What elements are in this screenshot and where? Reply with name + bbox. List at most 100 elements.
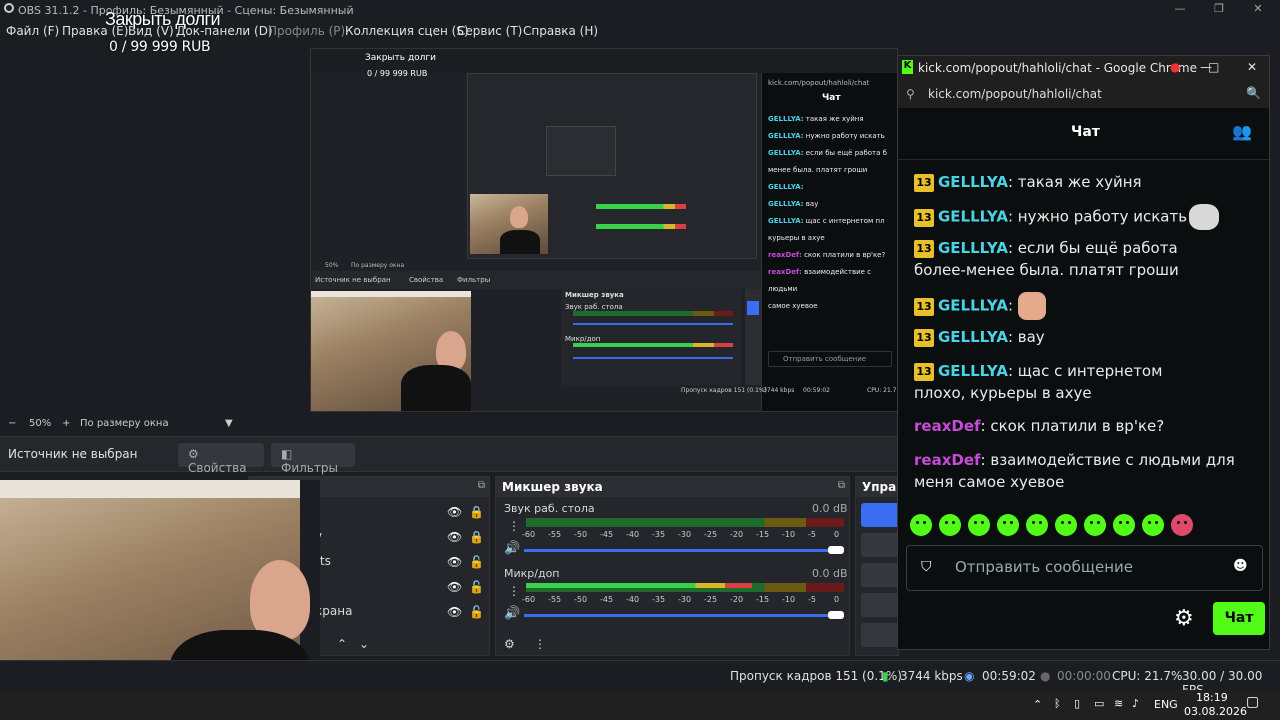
scale-tick-label: -10 — [782, 595, 796, 604]
chat-message-input[interactable]: ⛉ Отправить сообщение ☻ — [906, 545, 1263, 591]
emote-icon[interactable] — [968, 514, 990, 536]
zoom-mode[interactable]: По размеру окна — [80, 418, 169, 429]
properties-button[interactable]: ⚙ Свойства — [178, 443, 264, 475]
chat-url[interactable]: kick.com/popout/hahloli/chat — [928, 87, 1102, 101]
emote-icon[interactable] — [1113, 514, 1135, 536]
virtual-camera-button[interactable] — [861, 563, 899, 587]
volume-slider-mic[interactable] — [524, 614, 838, 617]
zoom-in-button[interactable]: + — [62, 418, 70, 429]
chat-send-button[interactable]: Чат — [1213, 602, 1265, 635]
scale-tick-label: -50 — [574, 530, 588, 539]
chat-username[interactable]: GELLLYA — [938, 328, 1008, 346]
users-icon[interactable]: 👥 — [1232, 122, 1252, 141]
chat-close-button[interactable]: ✕ — [1247, 60, 1257, 74]
volume-icon[interactable]: ♪ — [1132, 697, 1139, 710]
settings-button[interactable] — [861, 623, 899, 647]
maximize-button[interactable]: ❐ — [1204, 2, 1234, 18]
gear-icon: ⚙ — [188, 447, 199, 461]
nested-stream-time: 00:59:02 — [803, 387, 830, 394]
emote-icon[interactable] — [910, 514, 932, 536]
heart-eyes-emote-icon[interactable] — [1171, 514, 1193, 536]
visibility-eye-icon[interactable]: 👁 — [447, 605, 462, 619]
nested-source-bar: Источник не выбран Свойства Фильтры — [311, 271, 761, 289]
chat-maximize-button[interactable]: □ — [1208, 60, 1219, 74]
emote-icon[interactable] — [939, 514, 961, 536]
speaker-icon[interactable]: 🔊 — [504, 606, 520, 621]
chat-input-placeholder: Отправить сообщение — [955, 558, 1133, 576]
emote-icon[interactable] — [997, 514, 1019, 536]
site-info-icon[interactable]: ⚲ — [906, 87, 915, 101]
nested-chat-url: kick.com/popout/hahloli/chat — [768, 79, 870, 87]
nested-desktop-audio: Звук раб. стола — [565, 303, 623, 311]
chat-settings-gear-icon[interactable]: ⚙ — [1174, 606, 1194, 631]
menu-help[interactable]: Справка (H) — [523, 24, 598, 38]
zoom-bar: − 50% + По размеру окна ▼ — [0, 416, 897, 434]
visibility-eye-icon[interactable]: 👁 — [447, 530, 462, 544]
speaker-icon[interactable]: 🔊 — [504, 541, 520, 556]
scale-tick-label: -45 — [600, 595, 614, 604]
chat-username[interactable]: GELLLYA — [938, 208, 1008, 226]
extension-icon[interactable]: ● — [1170, 60, 1180, 74]
close-button[interactable]: ✕ — [1243, 2, 1273, 18]
usb-icon[interactable]: ▯ — [1074, 697, 1080, 710]
chat-username[interactable]: GELLLYA — [938, 362, 1008, 380]
studio-mode-button[interactable] — [861, 593, 899, 617]
menu-tools[interactable]: Сервис (T) — [457, 24, 522, 38]
source-item-4[interactable]: крана — [315, 604, 352, 618]
nested-deeper-preview — [546, 126, 616, 176]
menu-file[interactable]: Файл (F) — [6, 24, 59, 38]
chat-username[interactable]: reaxDef — [914, 451, 981, 469]
battery-icon[interactable]: ▭ — [1094, 697, 1104, 710]
start-streaming-button[interactable] — [861, 503, 899, 527]
notification-icon[interactable]: ▢ — [1246, 694, 1259, 710]
emote-icon[interactable] — [1084, 514, 1106, 536]
visibility-eye-icon[interactable]: 👁 — [447, 505, 462, 519]
emoji-picker-icon[interactable]: ☻ — [1233, 558, 1248, 574]
minimize-button[interactable]: — — [1165, 2, 1195, 18]
start-recording-button[interactable] — [861, 533, 899, 557]
unlock-icon[interactable]: 🔓 — [469, 580, 484, 594]
channel-menu-icon[interactable]: ⋮ — [508, 519, 520, 533]
unlock-icon[interactable]: 🔓 — [469, 555, 484, 569]
nested-bitrate: 3744 kbps — [763, 387, 795, 394]
volume-slider-handle[interactable] — [828, 546, 844, 554]
chat-username[interactable]: GELLLYA — [938, 173, 1008, 191]
filters-label: Фильтры — [281, 461, 338, 475]
emote-icon[interactable] — [1026, 514, 1048, 536]
volume-slider-handle[interactable] — [828, 611, 844, 619]
preview-canvas[interactable]: Закрыть долги 0 / 99 999 RUB kick.com/po… — [310, 48, 898, 412]
overlay-goal-title: Закрыть долги — [105, 9, 221, 29]
wifi-icon[interactable]: ≋ — [1114, 697, 1123, 710]
lock-icon[interactable]: 🔒 — [469, 505, 484, 519]
chat-username[interactable]: GELLLYA — [938, 297, 1008, 315]
zoom-dropdown-icon[interactable]: ▼ — [225, 418, 233, 429]
unlock-icon[interactable]: 🔓 — [469, 605, 484, 619]
language-indicator[interactable]: ENG — [1154, 698, 1178, 711]
menu-scene-collection[interactable]: Коллекция сцен (S) — [345, 24, 469, 38]
visibility-eye-icon[interactable]: 👁 — [447, 580, 462, 594]
filters-button[interactable]: ◧ Фильтры — [271, 443, 355, 475]
chat-address-bar[interactable]: ⚲ kick.com/popout/hahloli/chat 🔍 — [898, 80, 1269, 108]
move-up-icon[interactable]: ⌃ — [337, 637, 347, 651]
visibility-eye-icon[interactable]: 👁 — [447, 555, 462, 569]
bluetooth-icon[interactable]: ᛒ — [1054, 697, 1061, 710]
volume-slider-desktop[interactable] — [524, 549, 838, 552]
mixer-menu-icon[interactable]: ⋮ — [534, 637, 546, 651]
nested-zoom-bar: 50% По размеру окна — [311, 261, 761, 271]
lock-icon[interactable]: 🔒 — [469, 530, 484, 544]
channel-menu-icon[interactable]: ⋮ — [508, 584, 520, 598]
chat-username[interactable]: reaxDef — [914, 417, 981, 435]
chat-username[interactable]: GELLLYA — [938, 239, 1008, 257]
advanced-audio-gear-icon[interactable]: ⚙ — [504, 637, 515, 651]
zoom-out-button[interactable]: − — [8, 418, 16, 429]
menu-profile[interactable]: Профиль (P) — [268, 24, 345, 38]
emote-icon[interactable] — [1055, 514, 1077, 536]
emote-icon[interactable] — [1142, 514, 1164, 536]
clock-time[interactable]: 18:19 — [1196, 691, 1228, 704]
clock-date[interactable]: 03.08.2026 — [1184, 705, 1247, 718]
tray-arrow-icon[interactable]: ⌃ — [1033, 698, 1042, 711]
move-down-icon[interactable]: ⌄ — [359, 637, 369, 651]
undock-icon[interactable]: ⧉ — [478, 480, 485, 491]
zoom-search-icon[interactable]: 🔍 — [1246, 86, 1261, 100]
undock-icon[interactable]: ⧉ — [838, 480, 845, 491]
